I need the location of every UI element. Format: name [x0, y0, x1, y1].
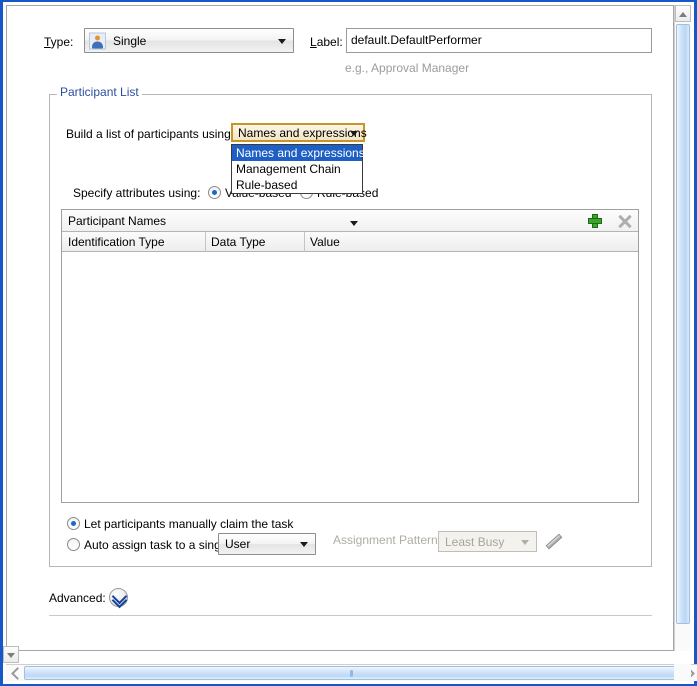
radio-manual-claim-label: Let participants manually claim the task	[84, 517, 294, 531]
divider	[49, 615, 652, 616]
build-list-combo[interactable]: Names and expressions	[231, 123, 367, 142]
assignment-pattern-label: Assignment Pattern :	[333, 533, 445, 547]
table-header-row: Identification Type Data Type Value	[62, 232, 638, 252]
chevron-down-icon	[278, 38, 286, 44]
scroll-down-arrow[interactable]	[3, 646, 19, 663]
dropdown-option-2[interactable]: Rule-based	[232, 177, 362, 193]
build-list-combo-arrow[interactable]	[347, 127, 361, 138]
type-combo[interactable]: Single	[84, 28, 294, 53]
radio-value-based[interactable]	[208, 186, 221, 199]
column-header-identification-type: Identification Type	[68, 235, 165, 249]
dropdown-option-1[interactable]: Management Chain	[232, 161, 362, 177]
scrollbar-corner	[674, 664, 691, 681]
column-divider[interactable]	[304, 232, 305, 252]
column-header-data-type: Data Type	[211, 235, 266, 249]
advanced-label: Advanced:	[49, 591, 106, 605]
table-title-bar: Participant Names	[62, 210, 638, 232]
pencil-edit-icon[interactable]	[543, 531, 563, 551]
label-input[interactable]: default.DefaultPerformer	[346, 28, 652, 53]
auto-assign-target-combo[interactable]: User	[218, 533, 316, 555]
label-hint: e.g., Approval Manager	[345, 61, 470, 75]
vertical-scroll-thumb[interactable]	[676, 24, 690, 624]
content-pane: Type: Single Label: default.DefaultPerfo…	[6, 5, 674, 651]
delete-x-icon	[618, 214, 632, 229]
column-header-value: Value	[310, 235, 340, 249]
double-chevron-down-icon[interactable]	[109, 588, 128, 609]
single-participant-icon	[89, 32, 106, 49]
table-title: Participant Names	[68, 214, 167, 228]
column-divider[interactable]	[205, 232, 206, 252]
dialog-window: Type: Single Label: default.DefaultPerfo…	[0, 0, 697, 686]
type-label: Type:	[44, 35, 74, 49]
chevron-down-icon[interactable]	[350, 221, 358, 226]
build-list-dropdown[interactable]: Names and expressions Management Chain R…	[231, 144, 365, 194]
auto-assign-target-value: User	[225, 537, 251, 551]
assignment-pattern-combo: Least Busy	[438, 531, 537, 552]
chevron-down-icon	[300, 542, 308, 547]
label-label: Label:	[310, 35, 343, 49]
auto-assign-target-arrow[interactable]	[295, 536, 313, 552]
participant-names-table: Participant Names Identification Type Da…	[61, 209, 639, 503]
type-combo-value: Single	[113, 33, 147, 48]
chevron-down-icon	[521, 539, 529, 545]
radio-auto-assign[interactable]	[67, 538, 80, 551]
radio-auto-assign-label: Auto assign task to a single	[84, 538, 231, 552]
build-list-label: Build a list of participants using:	[66, 127, 235, 141]
horizontal-scrollbar[interactable]	[6, 664, 697, 681]
dropdown-option-0[interactable]: Names and expressions	[232, 145, 365, 161]
add-plus-icon[interactable]	[588, 214, 602, 228]
participant-list-group-title: Participant List	[57, 85, 142, 99]
assignment-pattern-value: Least Busy	[445, 534, 505, 549]
type-combo-arrow[interactable]	[273, 31, 291, 50]
radio-manual-claim[interactable]	[67, 517, 80, 530]
chevron-down-icon	[350, 130, 358, 136]
scroll-left-arrow[interactable]	[6, 665, 24, 681]
vertical-scrollbar[interactable]	[674, 5, 691, 651]
horizontal-scroll-thumb[interactable]	[24, 666, 677, 680]
scroll-up-arrow[interactable]	[675, 5, 691, 22]
specify-attributes-label: Specify attributes using:	[73, 186, 201, 200]
